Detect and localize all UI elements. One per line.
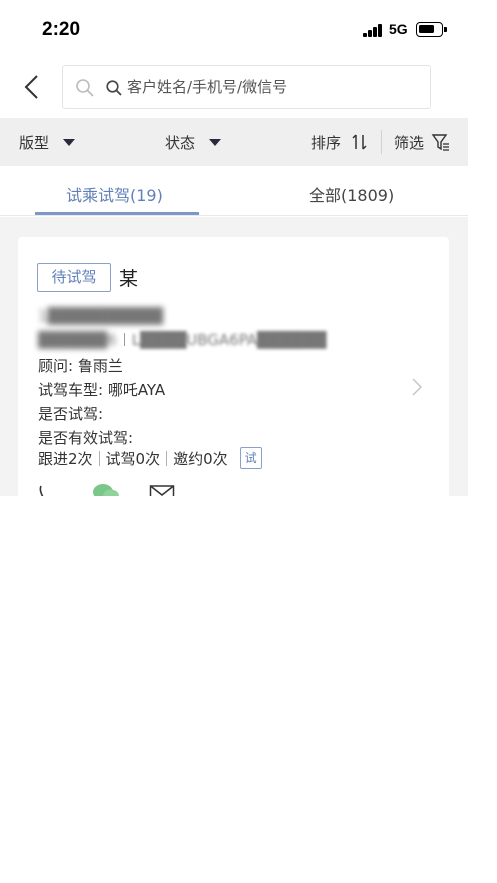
phone-icon <box>39 485 44 496</box>
signal-icon <box>363 24 383 37</box>
stat-separator <box>166 450 168 466</box>
is-test-drive-row: 是否试驾: <box>38 405 104 423</box>
sort-button[interactable]: 排序 <box>311 118 369 166</box>
status-filter-label: 状态 <box>165 133 196 152</box>
battery-icon <box>416 22 447 37</box>
mail-icon <box>149 485 175 496</box>
stat-separator <box>98 450 100 466</box>
phone-row: 1██████████ <box>38 307 163 325</box>
customer-phone: 1██████████ <box>38 307 163 325</box>
model-filter[interactable]: 版型 <box>19 118 76 166</box>
nav-bar <box>0 58 468 118</box>
status-time: 2:20 <box>42 19 81 40</box>
test-drive-count: 试驾0次 <box>105 449 161 468</box>
status-filter[interactable]: 状态 <box>165 118 222 166</box>
filter-button[interactable]: 筛选 <box>394 118 451 166</box>
wechat-button[interactable] <box>92 482 120 496</box>
tab-bar: 试乘试驾(19) 全部(1809) <box>0 166 468 216</box>
customer-name: 某 <box>119 268 139 290</box>
advisor-row: 顾问: 鲁雨兰 <box>38 357 123 375</box>
wechat-icon <box>93 484 119 496</box>
vin-number: L████UBGA6PA██████ <box>131 331 327 349</box>
mail-button[interactable] <box>149 484 175 496</box>
separator <box>123 333 125 346</box>
triangle-down-icon <box>209 138 222 146</box>
invite-count: 邀约0次 <box>173 449 228 468</box>
status-bar: 2:20 5G <box>0 0 497 58</box>
sort-icon <box>352 134 367 150</box>
screen: 2:20 5G 客户姓名/手机号/微信号 版型 状态 排序 筛选 试乘试驾(19… <box>0 0 497 883</box>
model-filter-label: 版型 <box>19 133 50 152</box>
filter-divider <box>381 130 382 154</box>
network-label: 5G <box>389 21 408 37</box>
sort-label: 排序 <box>311 133 342 152</box>
filter-bar: 版型 状态 排序 筛选 <box>0 118 468 166</box>
phone-button[interactable] <box>38 484 54 496</box>
follow-up-count: 跟进2次 <box>38 449 93 468</box>
search-icon <box>76 79 94 97</box>
test-drive-mini-tag: 试 <box>239 447 262 469</box>
search-glyph-icon <box>106 80 122 96</box>
filter-label: 筛选 <box>394 133 425 152</box>
tab-active-indicator <box>35 212 199 215</box>
id-vin-row: ██████6 L████UBGA6PA██████ <box>38 331 326 349</box>
stats-row: 跟进2次 试驾0次 邀约0次 试 <box>38 447 262 469</box>
chevron-right-icon <box>412 378 423 396</box>
search-box[interactable] <box>62 65 431 109</box>
tab-test-drive[interactable]: 试乘试驾(19) <box>66 182 163 206</box>
triangle-down-icon <box>63 138 76 146</box>
search-input[interactable] <box>127 66 417 108</box>
id-number: ██████6 <box>38 331 117 349</box>
is-valid-test-drive-row: 是否有效试驾: <box>38 429 134 447</box>
customer-list: 待试驾 某 1██████████ ██████6 L████UBGA6PA███… <box>0 217 468 496</box>
back-button[interactable] <box>22 74 44 100</box>
filter-funnel-icon <box>431 134 450 151</box>
tab-all[interactable]: 全部(1809) <box>309 182 394 206</box>
status-tag: 待试驾 <box>37 263 111 292</box>
customer-card[interactable]: 待试驾 某 1██████████ ██████6 L████UBGA6PA███… <box>18 237 449 496</box>
test-model-row: 试驾车型: 哪吒AYA <box>38 381 166 399</box>
back-icon <box>24 75 38 99</box>
